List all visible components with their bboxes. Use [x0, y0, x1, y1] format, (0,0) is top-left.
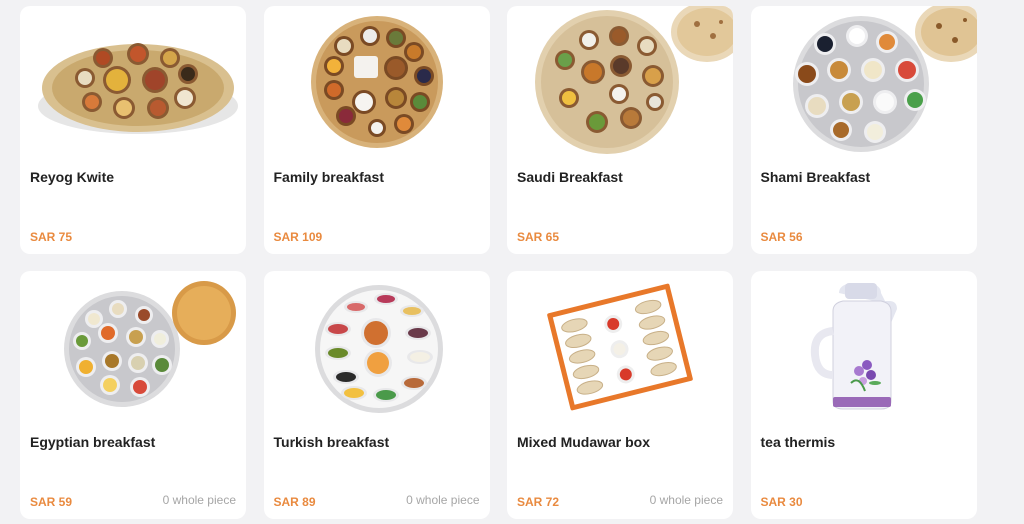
product-price: SAR 72	[517, 495, 560, 509]
product-price: SAR 89	[273, 495, 316, 509]
product-card-family-breakfast[interactable]: Family breakfast SAR 109	[263, 6, 490, 254]
product-unit: 0 whole piece	[649, 493, 723, 507]
product-name: Family breakfast	[273, 169, 385, 185]
product-price: SAR 30	[760, 495, 803, 509]
thermos-icon	[751, 271, 977, 421]
product-card-reyog-kwite[interactable]: Reyog Kwite SAR 75	[20, 6, 246, 254]
product-price: SAR 75	[30, 230, 73, 244]
product-card-shami-breakfast[interactable]: Shami Breakfast SAR 56	[750, 6, 977, 254]
product-name: Egyptian breakfast	[30, 434, 156, 450]
product-grid: Reyog Kwite SAR 75 Family breakfast SAR …	[20, 6, 977, 519]
product-card-turkish-breakfast[interactable]: Turkish breakfast SAR 89 0 whole piece	[263, 271, 490, 519]
product-name: Shami Breakfast	[760, 169, 871, 185]
product-name: tea thermis	[760, 434, 836, 450]
steel-tray-pie-icon	[20, 271, 246, 421]
round-tray-bowls-icon	[264, 6, 490, 156]
product-card-egyptian-breakfast[interactable]: Egyptian breakfast SAR 59 0 whole piece	[20, 271, 246, 519]
product-price: SAR 56	[760, 230, 803, 244]
product-unit: 0 whole piece	[162, 493, 236, 507]
product-name: Turkish breakfast	[273, 434, 390, 450]
product-card-tea-thermis[interactable]: tea thermis SAR 30	[750, 271, 977, 519]
woven-platter-bowls-icon	[20, 6, 246, 156]
product-price: SAR 109	[273, 230, 323, 244]
product-price: SAR 59	[30, 495, 73, 509]
product-name: Saudi Breakfast	[517, 169, 623, 185]
steel-tray-bread-icon	[751, 6, 977, 156]
product-card-saudi-breakfast[interactable]: Saudi Breakfast SAR 65	[507, 6, 733, 254]
pastry-box-icon	[507, 271, 733, 421]
product-price: SAR 65	[517, 230, 560, 244]
product-name: Mixed Mudawar box	[517, 434, 651, 450]
product-card-mixed-mudawar-box[interactable]: Mixed Mudawar box SAR 72 0 whole piece	[507, 271, 733, 519]
white-tray-icon	[264, 271, 490, 421]
product-unit: 0 whole piece	[406, 493, 480, 507]
product-name: Reyog Kwite	[30, 169, 115, 185]
woven-platter-bread-icon	[507, 6, 733, 156]
